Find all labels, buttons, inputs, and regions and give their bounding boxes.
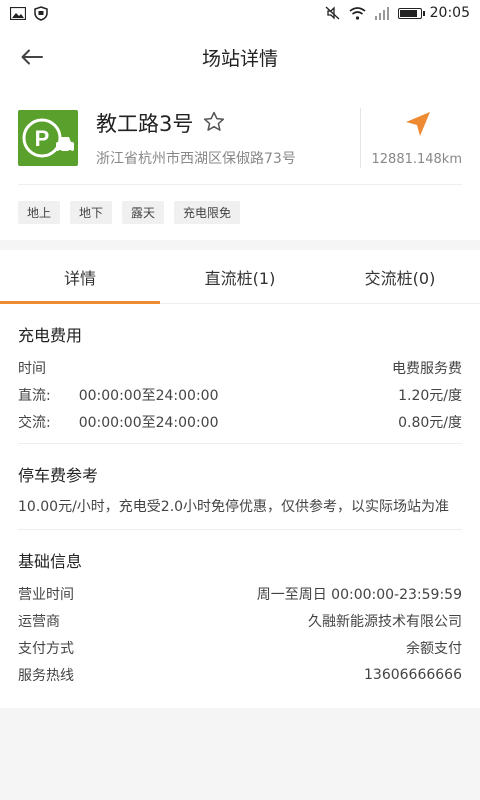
fee-time: 00:00:00至24:00:00 <box>78 387 219 404</box>
tag: 充电限免 <box>174 201 241 224</box>
parking-charging-logo: P <box>18 110 78 166</box>
info-label: 服务热线 <box>18 667 74 684</box>
station-address: 浙江省杭州市西湖区保俶路73号 <box>96 151 296 167</box>
mute-icon <box>325 6 341 20</box>
status-time: 20:05 <box>429 5 470 21</box>
tab-dc-piles[interactable]: 直流桩(1) <box>160 250 320 303</box>
status-bar: 20:05 <box>0 0 480 26</box>
fee-row: 直流: 00:00:00至24:00:00 1.20元/度 <box>18 381 462 408</box>
station-distance: 12881.148km <box>371 151 463 167</box>
fee-row: 交流: 00:00:00至24:00:00 0.80元/度 <box>18 408 462 435</box>
section-title: 基础信息 <box>18 552 83 571</box>
details-content: 充电费用 时间 电费服务费 直流: 00:00:00至24:00:00 1.20… <box>0 304 480 708</box>
charging-fee-section: 充电费用 时间 电费服务费 直流: 00:00:00至24:00:00 1.20… <box>18 304 462 444</box>
fee-time: 00:00:00至24:00:00 <box>78 414 219 431</box>
fee-price: 1.20元/度 <box>398 387 462 404</box>
station-tags: 地上 地下 露天 充电限免 <box>18 185 462 240</box>
tab-bar: 详情 直流桩(1) 交流桩(0) <box>0 250 480 304</box>
navigation-arrow-icon <box>404 110 432 142</box>
favorite-star-icon[interactable] <box>203 111 225 136</box>
wifi-icon <box>349 6 366 20</box>
parking-fee-section: 停车费参考 10.00元/小时，充电受2.0小时免停优惠，仅供参考，以实际场站为… <box>18 444 462 530</box>
info-row[interactable]: 服务热线 13606666666 <box>18 661 462 688</box>
navigate-button[interactable]: 12881.148km <box>360 108 462 168</box>
station-card: P 教工路3号 浙江省杭州市西湖区保俶路73号 12881.148km 地上 地… <box>0 88 480 240</box>
image-icon <box>10 6 26 20</box>
info-label: 支付方式 <box>18 640 74 657</box>
info-label: 运营商 <box>18 613 60 630</box>
back-button[interactable] <box>14 39 50 75</box>
back-arrow-icon <box>21 49 43 65</box>
info-value: 余额支付 <box>406 640 462 657</box>
signal-icon <box>374 6 390 20</box>
tab-details[interactable]: 详情 <box>0 250 160 304</box>
station-name: 教工路3号 <box>96 112 194 136</box>
fee-header-row: 时间 电费服务费 <box>18 354 462 381</box>
section-title: 停车费参考 <box>18 466 99 485</box>
fee-type: 交流: <box>18 414 51 431</box>
section-title: 充电费用 <box>18 326 83 345</box>
tag: 露天 <box>122 201 165 224</box>
info-value: 久融新能源技术有限公司 <box>308 613 462 630</box>
info-row: 支付方式 余额支付 <box>18 634 462 661</box>
page-title: 场站详情 <box>201 47 278 70</box>
info-value: 周一至周日 00:00:00-23:59:59 <box>256 586 462 603</box>
info-label: 营业时间 <box>18 586 74 603</box>
hotline-number[interactable]: 13606666666 <box>364 667 462 683</box>
app-header: 场站详情 <box>0 26 480 88</box>
fee-header-left: 时间 <box>18 360 46 377</box>
svg-text:P: P <box>35 126 50 151</box>
battery-icon <box>397 7 425 19</box>
tag: 地上 <box>18 201 61 224</box>
tag: 地下 <box>70 201 113 224</box>
fee-header-right: 电费服务费 <box>392 360 462 377</box>
shield-icon <box>34 5 48 21</box>
tab-ac-piles[interactable]: 交流桩(0) <box>320 250 480 303</box>
fee-type: 直流: <box>18 387 51 404</box>
parking-fee-note: 10.00元/小时，充电受2.0小时免停优惠，仅供参考，以实际场站为准 <box>18 499 450 515</box>
basic-info-section: 基础信息 营业时间 周一至周日 00:00:00-23:59:59 运营商 久融… <box>18 530 462 696</box>
info-row: 营业时间 周一至周日 00:00:00-23:59:59 <box>18 580 462 607</box>
fee-price: 0.80元/度 <box>398 414 462 431</box>
info-row: 运营商 久融新能源技术有限公司 <box>18 607 462 634</box>
